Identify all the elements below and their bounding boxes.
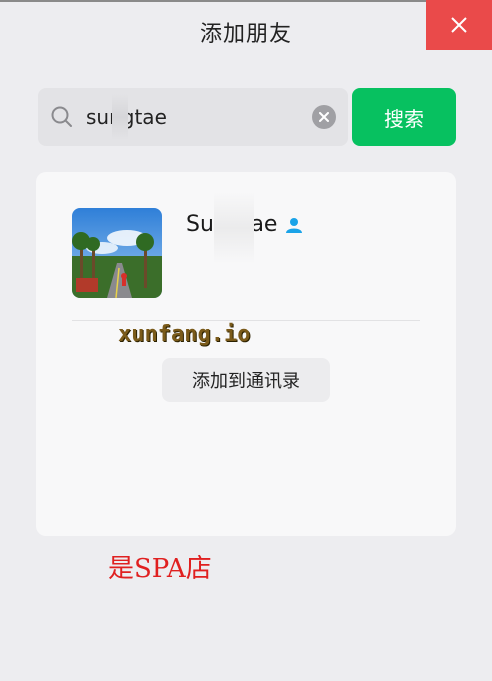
search-button[interactable]: 搜索 [352,88,456,146]
avatar[interactable] [72,208,162,298]
annotation-note: 是SPA店 [108,554,212,584]
avatar-photo [72,208,162,298]
add-friend-window: 添加朋友 搜索 [0,0,492,681]
contact-name-blur [214,192,254,264]
contact-person-icon [286,217,303,233]
clear-icon [319,112,329,122]
search-icon [51,106,72,127]
search-text-blur [112,94,128,140]
add-to-contacts-button[interactable]: 添加到通讯录 [162,358,330,402]
window-title: 添加朋友 [199,22,292,47]
divider [72,320,420,321]
search-box[interactable] [38,88,348,146]
close-icon [451,17,467,33]
close-button[interactable] [426,0,492,50]
watermark-text: xunfang.io [118,322,251,347]
search-result-card: Sungtae xunfang.io 添加到通讯录 [36,172,456,536]
clear-search-button[interactable] [312,105,336,129]
